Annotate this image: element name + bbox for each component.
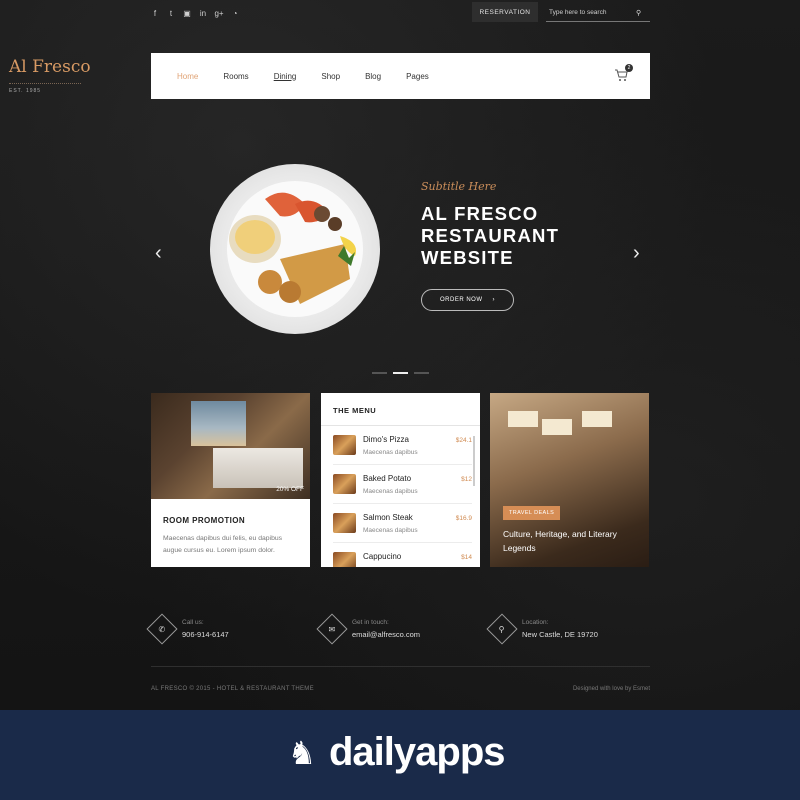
instagram-icon[interactable]: ▣	[182, 8, 192, 18]
hero-food-image	[210, 164, 380, 334]
footer-designer-credit[interactable]: Designed with love by Esmet	[573, 686, 650, 692]
menu-item[interactable]: Cappucino $14	[333, 543, 472, 567]
reservation-button[interactable]: RESERVATION	[472, 2, 538, 22]
contact-email-value[interactable]: email@alfresco.com	[352, 630, 420, 639]
menu-item-thumbnail	[333, 513, 356, 533]
rss-icon[interactable]: ◔	[230, 8, 240, 18]
room-promotion-heading: ROOM PROMOTION	[163, 516, 246, 525]
travel-deals-card[interactable]: TRAVEL DEALS Culture, Heritage, and Lite…	[490, 393, 649, 567]
menu-item-thumbnail	[333, 435, 356, 455]
linkedin-icon[interactable]: in	[198, 8, 208, 18]
slider-next-arrow[interactable]: ›	[633, 242, 640, 265]
menu-item[interactable]: Dimo's Pizza Maecenas dapibus $24.1	[333, 426, 472, 465]
room-promotion-card[interactable]: 20% OFF ROOM PROMOTION Maecenas dapibus …	[151, 393, 310, 567]
social-links: f t ▣ in g+ ◔	[150, 8, 240, 18]
menu-item-thumbnail	[333, 552, 356, 567]
travel-deals-tag: TRAVEL DEALS	[503, 506, 561, 520]
watermark-logo: ♞ dailyapps	[283, 730, 506, 775]
dailyapps-logo-icon: ♞	[287, 734, 317, 771]
nav-item-shop[interactable]: Shop	[321, 72, 340, 81]
ceiling-lamp	[542, 419, 572, 435]
nav-item-dining[interactable]: Dining	[274, 72, 297, 81]
menu-item-desc: Maecenas dapibus	[363, 527, 418, 534]
room-promotion-text: Maecenas dapibus dui felis, eu dapibus a…	[163, 535, 283, 554]
discount-label: 20% OFF	[276, 486, 304, 493]
logo-name: Al Fresco	[9, 57, 91, 77]
contact-location: ⚲ Location: New Castle, DE 19720	[486, 613, 598, 645]
menu-item[interactable]: Salmon Steak Maecenas dapibus $16.9	[333, 504, 472, 543]
nav-item-blog[interactable]: Blog	[365, 72, 381, 81]
menu-scrollbar[interactable]	[473, 436, 475, 486]
contact-email: ✉ Get in touch: email@alfresco.com	[316, 613, 420, 645]
cart-count-badge: 2	[625, 64, 633, 72]
page-background	[0, 0, 800, 710]
menu-heading: THE MENU	[321, 393, 480, 426]
cart-button[interactable]: 2	[614, 64, 633, 82]
menu-card: THE MENU Dimo's Pizza Maecenas dapibus $…	[321, 393, 480, 567]
room-window	[191, 401, 246, 446]
hero-subtitle: Subtitle Here	[421, 180, 497, 193]
menu-item-price: $24.1	[455, 437, 472, 444]
logo-established: EST. 1985	[9, 88, 42, 94]
menu-item-desc: Maecenas dapibus	[363, 488, 418, 495]
chevron-right-icon: ›	[492, 297, 495, 303]
contact-location-value: New Castle, DE 19720	[522, 630, 598, 639]
menu-item-name: Salmon Steak	[363, 513, 413, 522]
footer-copyright: AL FRESCO © 2015 - HOTEL & RESTAURANT TH…	[151, 686, 314, 692]
search-icon[interactable]: ⚲	[636, 9, 641, 17]
map-pin-icon: ⚲	[486, 613, 518, 645]
nav-item-home[interactable]: Home	[177, 72, 198, 81]
food-plate-illustration	[227, 181, 363, 317]
contact-call-value[interactable]: 906-914-6147	[182, 630, 229, 639]
menu-item-price: $12	[461, 476, 472, 483]
phone-icon: ✆	[146, 613, 178, 645]
logo[interactable]: Al Fresco EST. 1985	[9, 57, 91, 94]
facebook-icon[interactable]: f	[150, 8, 160, 18]
slider-pagination	[372, 372, 429, 374]
contact-call-label: Call us:	[182, 619, 204, 626]
menu-item-name: Cappucino	[363, 552, 402, 561]
menu-item[interactable]: Baked Potato Maecenas dapibus $12	[333, 465, 472, 504]
travel-deals-caption: Culture, Heritage, and Literary Legends	[503, 529, 617, 553]
search-box: ⚲	[546, 4, 650, 22]
menu-item-name: Dimo's Pizza	[363, 435, 409, 444]
google-plus-icon[interactable]: g+	[214, 8, 224, 18]
nav-item-rooms[interactable]: Rooms	[223, 72, 248, 81]
slider-dot-1[interactable]	[372, 372, 387, 374]
menu-list: Dimo's Pizza Maecenas dapibus $24.1 Bake…	[321, 426, 480, 567]
contact-email-label: Get in touch:	[352, 619, 389, 626]
slider-prev-arrow[interactable]: ‹	[155, 242, 162, 265]
envelope-icon: ✉	[316, 613, 348, 645]
ceiling-lamp	[508, 411, 538, 427]
slider-dot-2[interactable]	[393, 372, 408, 374]
order-now-label: ORDER NOW	[440, 297, 483, 303]
main-nav: Home Rooms Dining Shop Blog Pages 2	[151, 53, 650, 99]
twitter-icon[interactable]: t	[166, 8, 176, 18]
room-photo: 20% OFF	[151, 393, 310, 499]
search-input[interactable]	[546, 9, 636, 16]
contact-location-label: Location:	[522, 619, 549, 626]
logo-divider	[9, 83, 81, 84]
watermark-text: dailyapps	[329, 730, 506, 774]
ceiling-lamp	[582, 411, 612, 427]
menu-item-thumbnail	[333, 474, 356, 494]
menu-item-price: $16.9	[455, 515, 472, 522]
menu-item-name: Baked Potato	[363, 474, 412, 483]
order-now-button[interactable]: ORDER NOW ›	[421, 289, 514, 311]
room-bed	[213, 448, 303, 488]
footer-divider	[151, 666, 650, 667]
slider-dot-3[interactable]	[414, 372, 429, 374]
menu-item-desc: Maecenas dapibus	[363, 449, 418, 456]
nav-item-pages[interactable]: Pages	[406, 72, 429, 81]
menu-item-price: $14	[461, 554, 472, 561]
contact-call: ✆ Call us: 906-914-6147	[146, 613, 229, 645]
hero-title: AL FRESCO RESTAURANT WEBSITE	[421, 203, 560, 268]
